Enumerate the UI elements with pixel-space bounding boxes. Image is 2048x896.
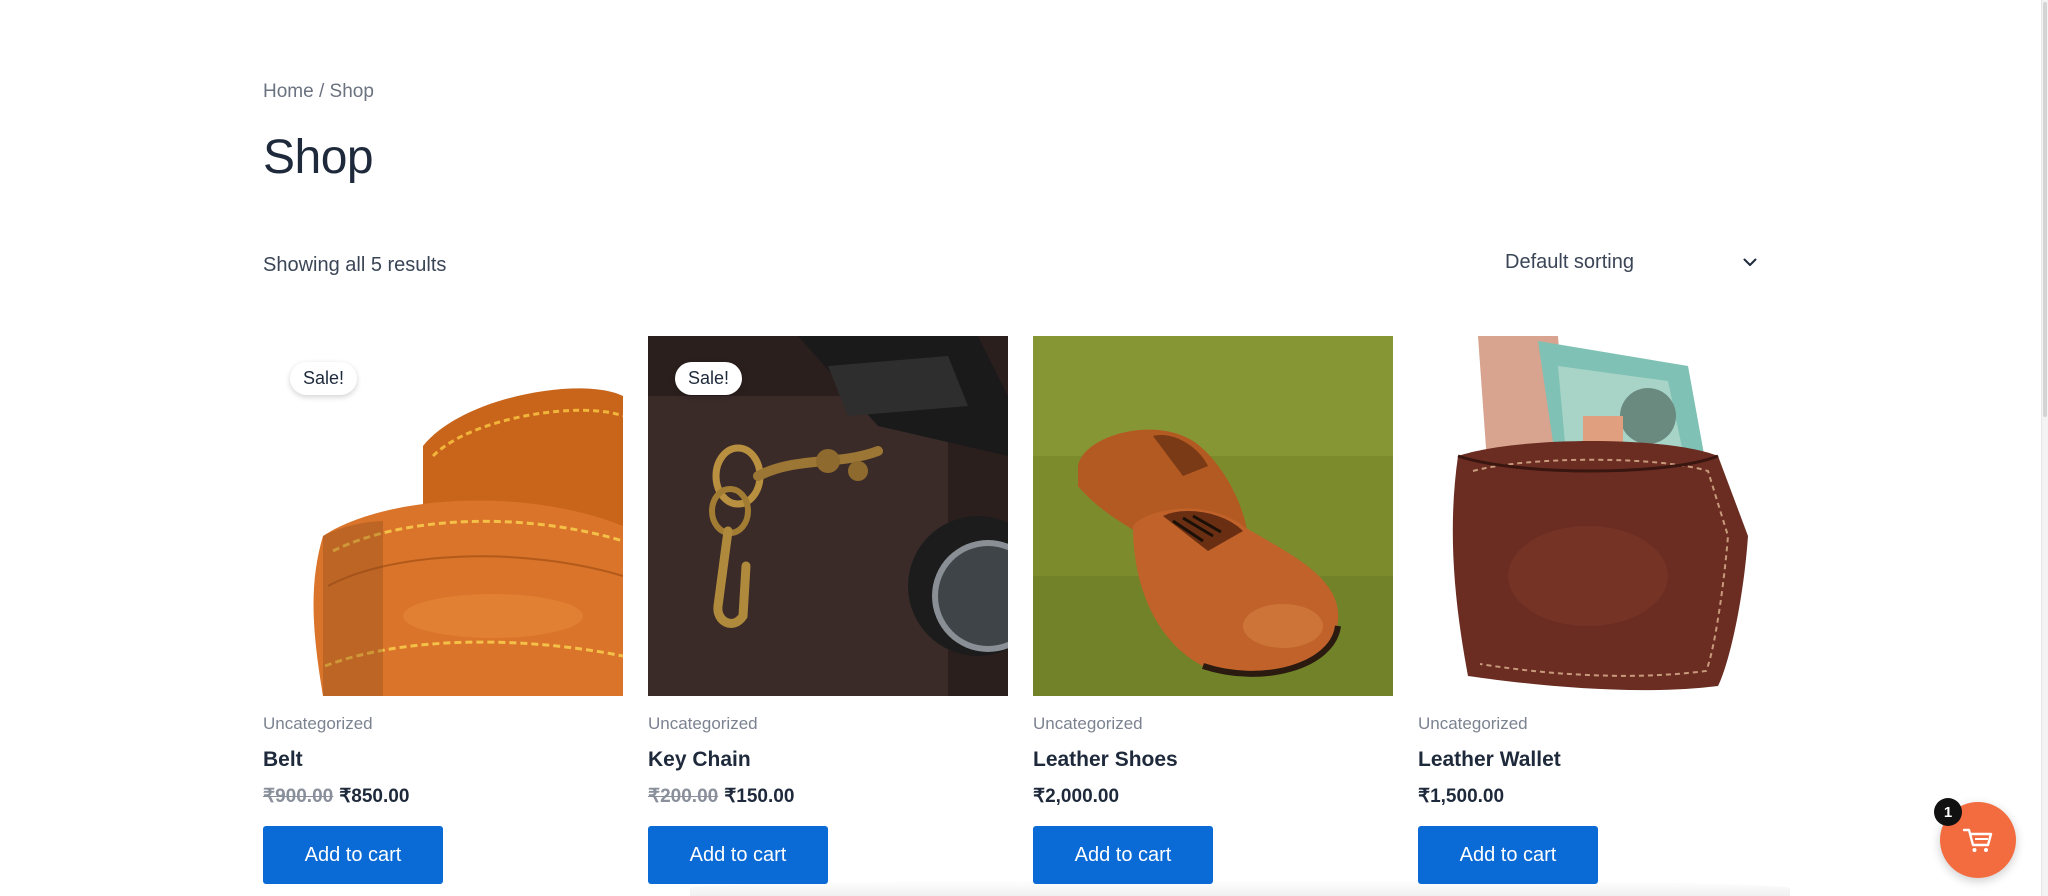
product-card-belt: Sale! Uncategorized Belt ₹900.00 ₹850.00 … (263, 336, 623, 884)
product-category[interactable]: Uncategorized (1033, 714, 1393, 734)
product-price: ₹1,500.00 (1418, 785, 1778, 808)
regular-price: ₹900.00 (263, 786, 334, 807)
cart-icon (1962, 828, 1993, 852)
product-category[interactable]: Uncategorized (1418, 714, 1778, 734)
leather-shoes-image (1033, 336, 1393, 696)
sorting-select[interactable]: Default sorting (1495, 245, 1775, 279)
sale-price: ₹850.00 (339, 786, 410, 807)
sale-price: ₹150.00 (724, 786, 795, 807)
result-count: Showing all 5 results (263, 254, 447, 276)
add-to-cart-button[interactable]: Add to cart (1418, 826, 1598, 884)
sale-badge: Sale! (675, 362, 743, 395)
product-card-key-chain: Sale! Uncategorized Key Chain ₹200.00 ₹15… (648, 336, 1008, 884)
add-to-cart-button[interactable]: Add to cart (263, 826, 443, 884)
breadcrumb: Home / Shop (263, 81, 374, 103)
product-price: ₹2,000.00 (1033, 785, 1393, 808)
sale-price: ₹1,500.00 (1418, 786, 1505, 807)
product-title[interactable]: Leather Shoes (1033, 748, 1393, 772)
content-shadow (690, 880, 1790, 896)
product-image-leather-wallet[interactable] (1418, 336, 1778, 696)
product-category[interactable]: Uncategorized (263, 714, 623, 734)
product-title[interactable]: Leather Wallet (1418, 748, 1778, 772)
breadcrumb-current: Shop (329, 81, 374, 102)
product-image-key-chain[interactable]: Sale! (648, 336, 1008, 696)
product-image-belt[interactable]: Sale! (263, 336, 623, 696)
floating-cart-button[interactable]: 1 (1934, 798, 2016, 878)
page-scrollbar[interactable] (2041, 0, 2048, 896)
product-grid: Sale! Uncategorized Belt ₹900.00 ₹850.00 … (263, 336, 1778, 884)
breadcrumb-home-link[interactable]: Home (263, 81, 314, 102)
product-card-leather-wallet: Uncategorized Leather Wallet ₹1,500.00 A… (1418, 336, 1778, 884)
regular-price: ₹200.00 (648, 786, 719, 807)
product-price: ₹200.00 ₹150.00 (648, 785, 1008, 808)
page-title: Shop (263, 131, 374, 184)
cart-count-badge: 1 (1934, 798, 1962, 826)
scrollbar-thumb[interactable] (2043, 2, 2047, 417)
product-card-leather-shoes: Uncategorized Leather Shoes ₹2,000.00 Ad… (1033, 336, 1393, 884)
breadcrumb-separator: / (313, 81, 330, 102)
product-category[interactable]: Uncategorized (648, 714, 1008, 734)
chevron-down-icon (1743, 258, 1757, 266)
product-title[interactable]: Belt (263, 748, 623, 772)
leather-wallet-image (1418, 336, 1778, 696)
sale-price: ₹2,000.00 (1033, 786, 1120, 807)
add-to-cart-button[interactable]: Add to cart (648, 826, 828, 884)
add-to-cart-button[interactable]: Add to cart (1033, 826, 1213, 884)
product-title[interactable]: Key Chain (648, 748, 1008, 772)
product-price: ₹900.00 ₹850.00 (263, 785, 623, 808)
sorting-selected-value: Default sorting (1505, 250, 1634, 273)
product-image-leather-shoes[interactable] (1033, 336, 1393, 696)
sale-badge: Sale! (290, 362, 358, 395)
